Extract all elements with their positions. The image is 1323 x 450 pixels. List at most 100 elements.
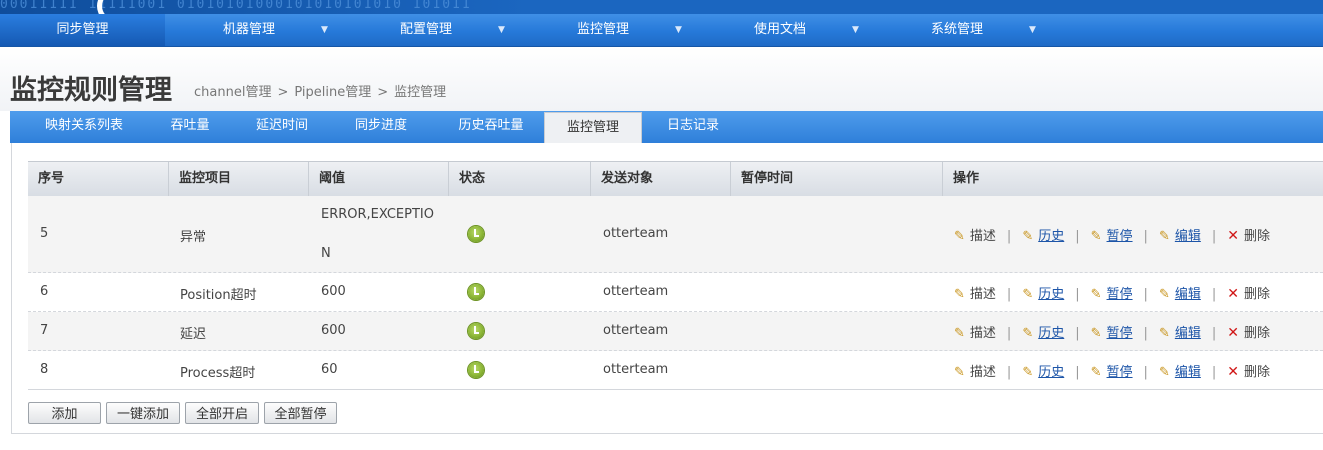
separator: | — [1006, 229, 1012, 244]
close-icon: ✕ — [1227, 286, 1239, 302]
pause-all-button[interactable]: 全部暂停 — [264, 402, 337, 424]
edit-link[interactable]: 编辑 — [1175, 287, 1201, 302]
nav-item-sync[interactable]: 同步管理 — [0, 14, 165, 46]
pause-link[interactable]: 暂停 — [1107, 229, 1133, 244]
describe-action[interactable]: ✎ 描述 — [954, 225, 996, 244]
tab-bar: 映射关系列表 吞吐量 延迟时间 同步进度 历史吞吐量 监控管理 日志记录 — [10, 111, 1323, 144]
pause-action[interactable]: ✎ 暂停 — [1091, 283, 1133, 302]
table-header: 序号 监控项目 阈值 状态 发送对象 暂停时间 操作 — [28, 161, 1323, 197]
table-row: 5 异常 ERROR,EXCEPTIO N otterteam ✎ 描述 | ✎ 历史 |… — [28, 196, 1323, 273]
cell-threshold: 60 — [321, 362, 338, 377]
pencil-icon: ✎ — [1022, 229, 1034, 244]
history-link[interactable]: 历史 — [1038, 287, 1064, 302]
tab-mapping-list[interactable]: 映射关系列表 — [28, 111, 140, 143]
delete-action[interactable]: ✕ 删除 — [1227, 322, 1270, 341]
cell-threshold-wrap: N — [321, 246, 331, 261]
describe-action[interactable]: ✎ 描述 — [954, 361, 996, 380]
pencil-icon: ✎ — [1158, 365, 1170, 380]
pause-action[interactable]: ✎ 暂停 — [1091, 225, 1133, 244]
separator: | — [1075, 287, 1080, 302]
separator: | — [1075, 365, 1080, 380]
pause-link[interactable]: 暂停 — [1107, 326, 1133, 341]
breadcrumb-item[interactable]: channel管理 — [194, 85, 271, 100]
pause-link[interactable]: 暂停 — [1107, 365, 1133, 380]
tab-sync-progress[interactable]: 同步进度 — [341, 111, 421, 143]
add-button[interactable]: 添加 — [28, 402, 101, 424]
edit-link[interactable]: 编辑 — [1175, 326, 1201, 341]
describe-action[interactable]: ✎ 描述 — [954, 283, 996, 302]
cell-target: otterteam — [603, 362, 669, 377]
row-actions: ✎ 描述 | ✎ 历史 | ✎ 暂停 | ✎ 编辑 | ✕ 删除 — [954, 283, 1270, 302]
pencil-icon: ✎ — [1158, 326, 1170, 341]
separator: | — [1075, 326, 1080, 341]
enable-all-button[interactable]: 全部开启 — [185, 402, 259, 424]
tab-throughput[interactable]: 吞吐量 — [160, 111, 220, 143]
status-on-icon[interactable] — [468, 284, 484, 300]
pencil-icon: ✎ — [1022, 365, 1034, 380]
edit-action[interactable]: ✎ 编辑 — [1159, 322, 1201, 341]
nav-item-system[interactable]: 系统管理 ▼ — [931, 14, 1091, 46]
edit-action[interactable]: ✎ 编辑 — [1159, 361, 1201, 380]
history-link[interactable]: 历史 — [1038, 365, 1064, 380]
delete-action[interactable]: ✕ 删除 — [1227, 225, 1270, 244]
cell-threshold: ERROR,EXCEPTIO — [321, 207, 434, 222]
edit-link[interactable]: 编辑 — [1175, 229, 1201, 244]
describe-label: 描述 — [969, 365, 996, 380]
pause-action[interactable]: ✎ 暂停 — [1091, 322, 1133, 341]
column-header: 状态 — [448, 162, 589, 196]
separator: | — [1143, 365, 1148, 380]
delete-label: 删除 — [1243, 326, 1270, 341]
close-icon: ✕ — [1227, 325, 1239, 341]
nav-item-docs[interactable]: 使用文档 ▼ — [754, 14, 914, 46]
history-action[interactable]: ✎ 历史 — [1022, 361, 1064, 380]
history-action[interactable]: ✎ 历史 — [1022, 225, 1064, 244]
breadcrumb-separator: > — [377, 85, 389, 100]
edit-link[interactable]: 编辑 — [1175, 365, 1201, 380]
separator: | — [1211, 287, 1217, 302]
pencil-icon: ✎ — [1090, 229, 1102, 244]
row-actions: ✎ 描述 | ✎ 历史 | ✎ 暂停 | ✎ 编辑 | ✕ 删除 — [954, 225, 1270, 244]
tab-log[interactable]: 日志记录 — [653, 111, 733, 143]
describe-label: 描述 — [969, 287, 996, 302]
nav-item-config[interactable]: 配置管理 ▼ — [400, 14, 560, 46]
status-on-icon[interactable] — [468, 323, 484, 339]
chevron-down-icon: ▼ — [321, 25, 328, 35]
history-link[interactable]: 历史 — [1038, 229, 1064, 244]
pause-link[interactable]: 暂停 — [1107, 287, 1133, 302]
delete-action[interactable]: ✕ 删除 — [1227, 361, 1270, 380]
status-on-icon[interactable] — [468, 362, 484, 378]
history-link[interactable]: 历史 — [1038, 326, 1064, 341]
breadcrumb-separator: > — [277, 85, 289, 100]
tab-monitor-management[interactable]: 监控管理 — [544, 112, 642, 144]
separator: | — [1006, 326, 1012, 341]
history-action[interactable]: ✎ 历史 — [1022, 322, 1064, 341]
quick-add-button[interactable]: 一键添加 — [106, 402, 180, 424]
pause-action[interactable]: ✎ 暂停 — [1091, 361, 1133, 380]
tab-history-throughput[interactable]: 历史吞吐量 — [441, 111, 541, 143]
pencil-icon: ✎ — [1022, 326, 1034, 341]
separator: | — [1211, 365, 1217, 380]
breadcrumb-item[interactable]: Pipeline管理 — [294, 85, 371, 100]
cell-target: otterteam — [603, 323, 669, 338]
separator: | — [1006, 365, 1012, 380]
breadcrumb-item-current: 监控管理 — [394, 85, 447, 100]
close-icon: ✕ — [1227, 228, 1239, 244]
history-action[interactable]: ✎ 历史 — [1022, 283, 1064, 302]
delete-label: 删除 — [1243, 229, 1270, 244]
status-on-icon[interactable] — [468, 226, 484, 242]
describe-action[interactable]: ✎ 描述 — [954, 322, 996, 341]
delete-label: 删除 — [1243, 365, 1270, 380]
cell-item: 延迟 — [180, 327, 207, 342]
edit-action[interactable]: ✎ 编辑 — [1159, 283, 1201, 302]
tab-delay[interactable]: 延迟时间 — [242, 111, 322, 143]
pencil-icon: ✎ — [1158, 229, 1170, 244]
nav-item-monitor[interactable]: 监控管理 ▼ — [577, 14, 737, 46]
delete-action[interactable]: ✕ 删除 — [1227, 283, 1270, 302]
pencil-icon: ✎ — [954, 229, 965, 244]
chevron-down-icon: ▼ — [675, 25, 682, 35]
pencil-icon: ✎ — [1090, 287, 1102, 302]
separator: | — [1006, 287, 1012, 302]
edit-action[interactable]: ✎ 编辑 — [1159, 225, 1201, 244]
nav-item-machine[interactable]: 机器管理 ▼ — [223, 14, 383, 46]
cell-id: 8 — [40, 362, 49, 377]
